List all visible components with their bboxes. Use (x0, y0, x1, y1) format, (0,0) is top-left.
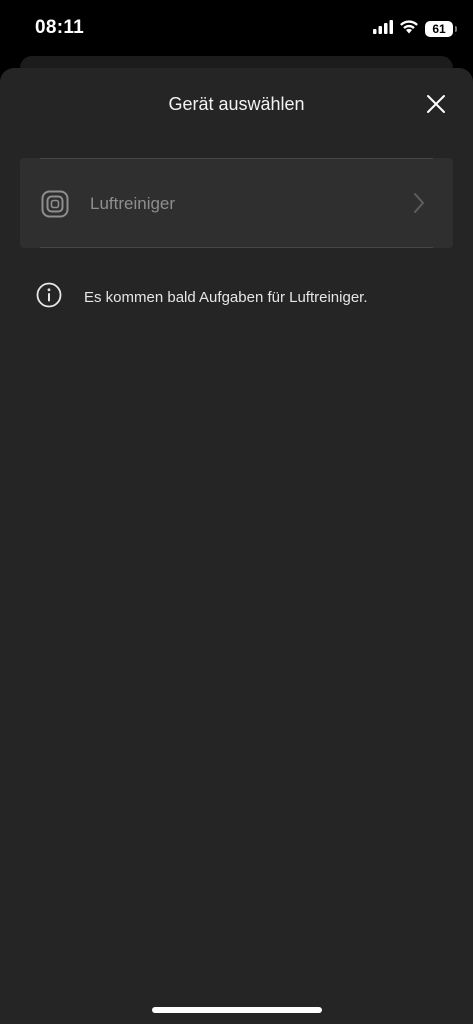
battery-icon: 61 (425, 21, 457, 37)
status-bar: 08:11 61 (0, 0, 473, 56)
chevron-right-icon (413, 192, 425, 219)
signal-icon (373, 19, 393, 39)
home-indicator[interactable] (152, 1007, 322, 1013)
close-icon (426, 94, 446, 119)
status-icons: 61 (373, 19, 457, 39)
air-purifier-icon (41, 190, 69, 218)
divider (40, 247, 433, 248)
info-text: Es kommen bald Aufgaben für Luftreiniger… (84, 289, 368, 306)
status-time: 08:11 (35, 17, 85, 38)
info-message: Es kommen bald Aufgaben für Luftreiniger… (36, 282, 368, 313)
close-button[interactable] (421, 91, 451, 121)
sheet-title: Gerät auswählen (168, 94, 305, 114)
divider (40, 158, 433, 159)
info-icon (36, 282, 62, 313)
device-item-luftreiniger[interactable]: Luftreiniger (20, 158, 453, 248)
wifi-icon (399, 19, 419, 39)
device-select-sheet: Gerät auswählen Luftreiniger Es kommen b… (0, 68, 473, 1024)
device-item-label: Luftreiniger (90, 194, 176, 213)
